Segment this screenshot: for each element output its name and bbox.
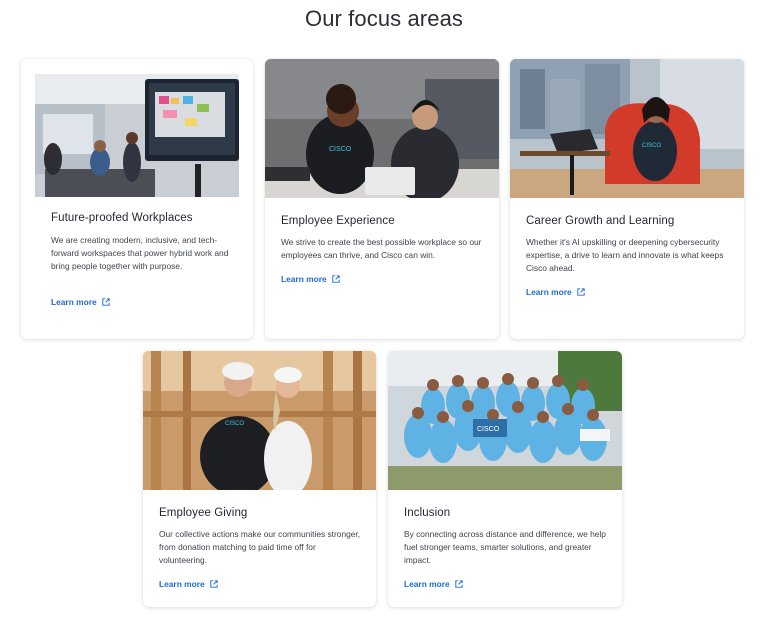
learn-more-link[interactable]: Learn more — [526, 287, 585, 297]
volunteers-construction-photo: CISCO — [143, 351, 376, 490]
employees-laptop-photo: CISCO — [265, 59, 499, 198]
learn-more-label: Learn more — [404, 579, 450, 589]
svg-text:CISCO: CISCO — [225, 421, 244, 427]
svg-text:CISCO: CISCO — [329, 146, 352, 153]
learn-more-label: Learn more — [159, 579, 205, 589]
card-title: Future-proofed Workplaces — [51, 212, 193, 224]
learn-more-link[interactable]: Learn more — [159, 579, 218, 589]
card-employee-experience: CISCO Employee Experience We strive to c… — [265, 59, 499, 339]
card-employee-giving: CISCO Employee Giving Our collective act… — [143, 351, 376, 607]
card-title: Employee Experience — [281, 215, 395, 227]
group-photo: CISCO — [388, 351, 622, 490]
card-title: Employee Giving — [159, 507, 248, 519]
employee-lounge-photo: CISCO — [510, 59, 744, 198]
card-title: Inclusion — [404, 507, 451, 519]
external-link-icon — [331, 275, 340, 283]
card-future-proofed-workplaces: Future-proofed Workplaces We are creatin… — [21, 59, 253, 339]
card-description: Our collective actions make our communit… — [159, 529, 361, 565]
learn-more-link[interactable]: Learn more — [51, 297, 110, 307]
learn-more-link[interactable]: Learn more — [281, 274, 340, 284]
learn-more-label: Learn more — [281, 274, 327, 284]
card-career-growth: CISCO Career Growth and Learning Whether… — [510, 59, 744, 339]
svg-text:CISCO: CISCO — [642, 143, 661, 149]
external-link-icon — [209, 580, 218, 588]
card-description: We are creating modern, inclusive, and t… — [51, 235, 229, 271]
svg-text:CISCO: CISCO — [477, 426, 500, 433]
external-link-icon — [576, 288, 585, 296]
office-meeting-photo — [35, 74, 239, 197]
external-link-icon — [101, 298, 110, 306]
card-inclusion: CISCO Inclusion By connecting across dis… — [388, 351, 622, 607]
learn-more-label: Learn more — [526, 287, 572, 297]
card-description: Whether it's AI upskilling or deepening … — [526, 237, 724, 273]
card-description: By connecting across distance and differ… — [404, 529, 606, 565]
page-title: Our focus areas — [304, 6, 463, 31]
card-description: We strive to create the best possible wo… — [281, 237, 482, 260]
learn-more-link[interactable]: Learn more — [404, 579, 463, 589]
external-link-icon — [454, 580, 463, 588]
card-title: Career Growth and Learning — [526, 215, 675, 227]
learn-more-label: Learn more — [51, 297, 97, 307]
